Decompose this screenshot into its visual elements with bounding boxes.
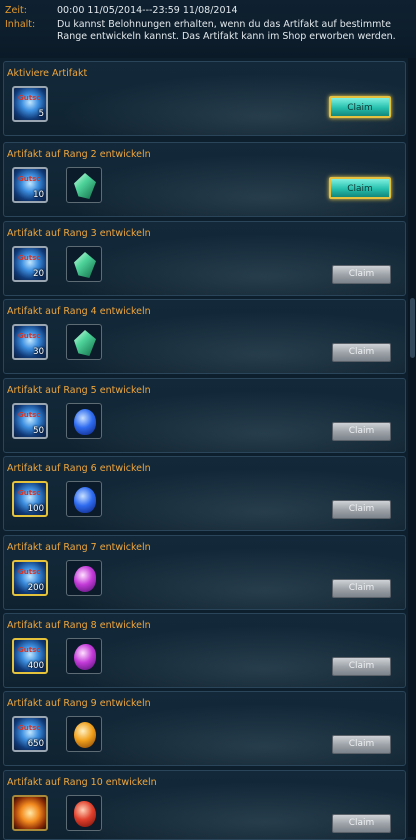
claim-button[interactable]: Claim <box>329 177 391 199</box>
reward-row: Artifakt auf Rang 9 entwickeln Gutsc 650 Cl… <box>3 691 406 766</box>
purple-gem-icon[interactable] <box>66 560 102 596</box>
gift-chest-icon[interactable]: Gutsc 650 <box>12 716 48 752</box>
reward-title: Aktiviere Artifakt <box>7 68 88 79</box>
gift-chest-icon[interactable]: Gutsc 400 <box>12 638 48 674</box>
blue-gem-icon[interactable] <box>66 481 102 517</box>
reward-row: Artifakt auf Rang 4 entwickeln Gutsc 30 Cla… <box>3 299 406 374</box>
claim-button[interactable]: Claim <box>332 814 391 833</box>
chest-label: Gutsc <box>18 254 41 262</box>
gift-chest-icon[interactable]: Gutsc 100 <box>12 481 48 517</box>
gift-chest-icon[interactable]: Gutsc 50 <box>12 403 48 439</box>
reward-title: Artifakt auf Rang 10 entwickeln <box>7 777 157 788</box>
reward-quantity: 30 <box>33 347 44 357</box>
reward-row: Artifakt auf Rang 2 entwickeln Gutsc 10 Cla… <box>3 142 406 217</box>
reward-title: Artifakt auf Rang 9 entwickeln <box>7 698 151 709</box>
reward-quantity: 400 <box>27 661 44 671</box>
gem-shape <box>74 722 96 748</box>
chest-label: Gutsc <box>18 94 41 102</box>
chest-label: Gutsc <box>18 175 41 183</box>
gift-chest-icon[interactable]: Gutsc 200 <box>12 560 48 596</box>
time-row: Zeit: 00:00 11/05/2014---23:59 11/08/2014 <box>5 5 412 17</box>
gem-shape <box>74 487 96 513</box>
claim-button[interactable]: Claim <box>332 579 391 598</box>
gem-shape <box>74 644 96 670</box>
orange-gem-icon[interactable] <box>66 716 102 752</box>
reward-title: Artifakt auf Rang 8 entwickeln <box>7 620 151 631</box>
chest-label: Gutsc <box>18 411 41 419</box>
reward-row: Artifakt auf Rang 5 entwickeln Gutsc 50 Cla… <box>3 378 406 453</box>
gem-shape <box>74 252 96 278</box>
scrollbar-thumb[interactable] <box>410 298 415 358</box>
reward-quantity: 100 <box>27 504 44 514</box>
gift-chest-icon[interactable]: Gutsc 20 <box>12 246 48 282</box>
green-gem-icon[interactable] <box>66 167 102 203</box>
claim-button[interactable]: Claim <box>332 657 391 676</box>
reward-quantity: 20 <box>33 269 44 279</box>
green-gem-icon[interactable] <box>66 324 102 360</box>
claim-button[interactable]: Claim <box>332 735 391 754</box>
gem-shape <box>74 330 96 356</box>
gem-shape <box>74 409 96 435</box>
reward-row: Artifakt auf Rang 8 entwickeln Gutsc 400 Cl… <box>3 613 406 688</box>
content-label: Inhalt: <box>5 19 36 30</box>
reward-quantity: 50 <box>33 426 44 436</box>
reward-quantity: 5 <box>38 109 44 119</box>
gift-chest-icon[interactable]: Gutsc 10 <box>12 167 48 203</box>
gift-chest-icon[interactable]: Gutsc 5 <box>12 86 48 122</box>
scrollbar[interactable] <box>408 58 416 837</box>
reward-title: Artifakt auf Rang 5 entwickeln <box>7 385 151 396</box>
reward-row: Artifakt auf Rang 10 entwickeln Claim <box>3 770 406 840</box>
reward-quantity: 200 <box>27 583 44 593</box>
chest-label: Gutsc <box>18 332 41 340</box>
reward-row: Artifakt auf Rang 3 entwickeln Gutsc 20 Cla… <box>3 221 406 296</box>
claim-button[interactable]: Claim <box>332 343 391 362</box>
content-description: Du kannst Belohnungen erhalten, wenn du … <box>57 19 396 42</box>
claim-button[interactable]: Claim <box>329 96 391 118</box>
chest-label: Gutsc <box>18 646 41 654</box>
reward-title: Artifakt auf Rang 7 entwickeln <box>7 542 151 553</box>
reward-title: Artifakt auf Rang 3 entwickeln <box>7 228 151 239</box>
reward-title: Artifakt auf Rang 4 entwickeln <box>7 306 151 317</box>
red-gem-icon[interactable] <box>66 795 102 831</box>
event-header: Zeit: 00:00 11/05/2014---23:59 11/08/2014… <box>0 0 416 58</box>
claim-button[interactable]: Claim <box>332 422 391 441</box>
time-label: Zeit: <box>5 5 27 16</box>
gift-chest-icon[interactable]: Gutsc 30 <box>12 324 48 360</box>
chest-label: Gutsc <box>18 568 41 576</box>
chest-label: Gutsc <box>18 489 41 497</box>
reward-row: Artifakt auf Rang 6 entwickeln Gutsc 100 Cl… <box>3 456 406 531</box>
reward-row: Artifakt auf Rang 7 entwickeln Gutsc 200 Cl… <box>3 535 406 610</box>
purple-gem-icon[interactable] <box>66 638 102 674</box>
chest-label: Gutsc <box>18 724 41 732</box>
reward-quantity: 650 <box>27 739 44 749</box>
gem-shape <box>74 801 96 827</box>
claim-button[interactable]: Claim <box>332 265 391 284</box>
reward-quantity: 10 <box>33 190 44 200</box>
reward-title: Artifakt auf Rang 2 entwickeln <box>7 149 151 160</box>
green-gem-icon[interactable] <box>66 246 102 282</box>
content-row: Inhalt: Du kannst Belohnungen erhalten, w… <box>5 19 412 43</box>
gem-shape <box>74 173 96 199</box>
reward-title: Artifakt auf Rang 6 entwickeln <box>7 463 151 474</box>
time-value: 00:00 11/05/2014---23:59 11/08/2014 <box>57 5 238 16</box>
claim-button[interactable]: Claim <box>332 500 391 519</box>
reward-row: Aktiviere Artifakt Gutsc 5 Claim <box>3 61 406 136</box>
fire-orb-icon[interactable] <box>12 795 48 831</box>
gem-shape <box>74 566 96 592</box>
blue-gem-icon[interactable] <box>66 403 102 439</box>
